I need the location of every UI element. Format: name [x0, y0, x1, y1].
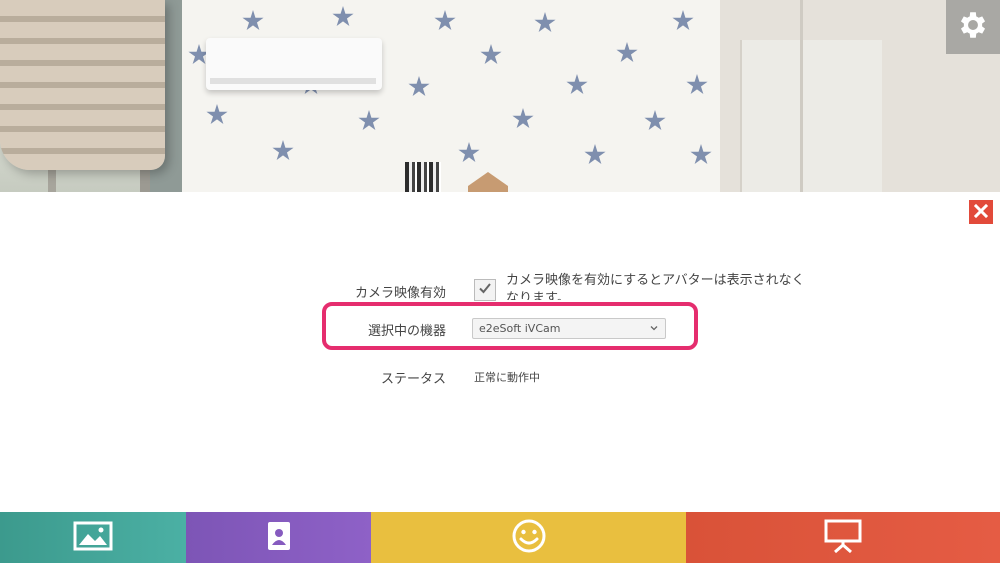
camera-settings-panel	[0, 192, 1000, 512]
close-icon	[973, 203, 989, 222]
wardrobe	[740, 40, 882, 192]
bottom-toolbar	[0, 512, 1000, 563]
contact-card-icon	[267, 521, 291, 555]
roman-blind	[0, 0, 165, 170]
close-button[interactable]	[969, 200, 993, 224]
presentation-button[interactable]	[686, 512, 1000, 563]
star-wallpaper	[182, 0, 720, 192]
status-label: ステータス	[380, 372, 446, 387]
wardrobe-door-line	[800, 0, 803, 192]
air-conditioner-vent	[210, 78, 376, 84]
room-background	[0, 0, 1000, 192]
status-value: 正常に動作中	[474, 371, 540, 384]
background-image-button[interactable]	[0, 512, 186, 563]
gear-icon	[956, 8, 990, 46]
presentation-icon	[824, 519, 862, 557]
avatar-button[interactable]	[186, 512, 371, 563]
expression-button[interactable]	[371, 512, 686, 563]
bookshelf	[405, 162, 441, 192]
camera-enable-note: カメラ映像を有効にするとアバターは表示されなくなります。	[506, 273, 805, 300]
image-icon	[73, 521, 113, 555]
camera-enable-checkbox[interactable]	[474, 279, 496, 301]
annotation-highlight	[322, 302, 698, 350]
checkmark-icon	[477, 280, 493, 300]
settings-button[interactable]	[946, 0, 1000, 54]
smiley-icon	[511, 518, 547, 558]
camera-enable-label: カメラ映像有効	[354, 286, 446, 301]
